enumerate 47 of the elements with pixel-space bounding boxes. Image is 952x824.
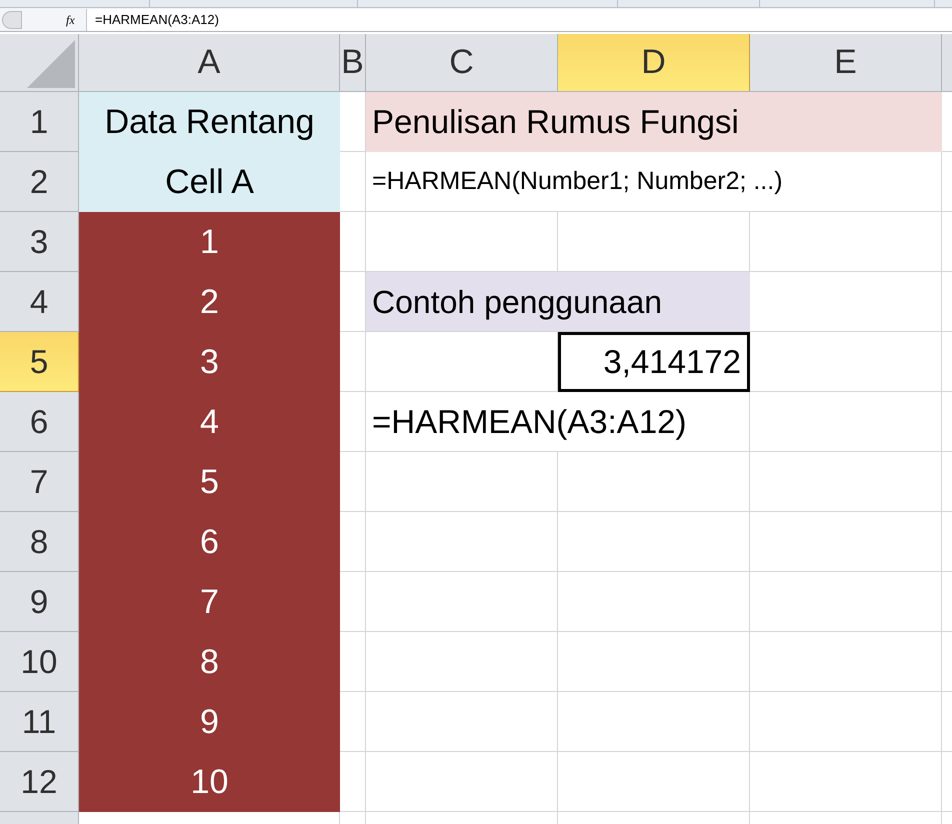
formula-text: =HARMEAN(A3:A12) (366, 392, 750, 452)
row-header[interactable]: 8 (0, 512, 79, 572)
header-cell: Cell A (79, 152, 340, 212)
column-header[interactable]: E (750, 34, 942, 91)
column-header[interactable]: D (558, 34, 750, 91)
row-header[interactable]: 10 (0, 632, 79, 692)
value-cell: 1 (79, 212, 340, 272)
row-header[interactable]: 6 (0, 392, 79, 452)
empty-cell (340, 512, 366, 572)
row-header[interactable]: 4 (0, 272, 79, 332)
row-header[interactable]: 11 (0, 692, 79, 752)
row-header[interactable]: 9 (0, 572, 79, 632)
function-label[interactable]: fx (66, 10, 84, 28)
value-cell: 2 (79, 272, 340, 332)
header-cell: Data Rentang (79, 92, 340, 152)
empty-cell (340, 392, 366, 452)
empty-cell (340, 572, 366, 632)
empty-cell (340, 152, 366, 212)
row-header[interactable]: 2 (0, 152, 79, 212)
value-cell: 4 (79, 392, 340, 452)
row-header[interactable]: 12 (0, 752, 79, 812)
heading-cell: Contoh penggunaan (366, 272, 750, 332)
empty-cell (340, 452, 366, 512)
empty-cell (340, 332, 366, 392)
name-box-handle[interactable] (2, 10, 22, 28)
empty-cell (340, 692, 366, 752)
value-cell: 3 (79, 332, 340, 392)
empty-cell (340, 212, 366, 272)
column-header[interactable]: A (79, 34, 340, 91)
value-cell: 10 (79, 752, 340, 812)
value-cell: 7 (79, 572, 340, 632)
row-header[interactable]: 1 (0, 92, 79, 152)
empty-cell (340, 752, 366, 812)
syntax-text: =HARMEAN(Number1; Number2; ...) (366, 152, 942, 212)
formula-field[interactable]: =HARMEAN(A3:A12) (86, 8, 952, 30)
row-header[interactable]: 7 (0, 452, 79, 512)
value-cell: 9 (79, 692, 340, 752)
title-cell: Penulisan Rumus Fungsi (366, 92, 942, 152)
result-cell[interactable]: 3,414172 (558, 332, 750, 392)
value-cell: 5 (79, 452, 340, 512)
column-header[interactable]: B (340, 34, 366, 91)
row-header[interactable]: 5 (0, 332, 79, 392)
triangle-icon (27, 40, 75, 88)
row-header[interactable]: 3 (0, 212, 79, 272)
empty-cell (340, 632, 366, 692)
value-cell: 8 (79, 632, 340, 692)
value-cell: 6 (79, 512, 340, 572)
